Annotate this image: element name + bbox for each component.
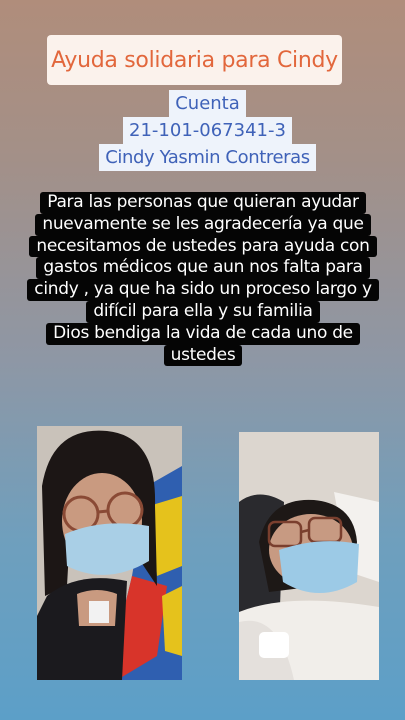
title-banner: Ayuda solidaria para Cindy — [47, 35, 342, 85]
patient-photo-right — [239, 432, 379, 680]
message-line: cindy , ya que ha sido un proceso largo … — [27, 279, 379, 301]
message-line: difícil para ella y su familia — [86, 300, 320, 323]
message-block: Para las personas que quieran ayudar nue… — [27, 192, 379, 367]
message-line: Para las personas que quieran ayudar — [40, 192, 366, 214]
message-line: Dios bendiga la vida de cada uno de — [46, 322, 360, 345]
account-number: 21-101-067341-3 — [123, 117, 292, 144]
page-title: Ayuda solidaria para Cindy — [51, 47, 338, 73]
account-info: Cuenta 21-101-067341-3 Cindy Yasmin Cont… — [99, 90, 316, 171]
message-line: ustedes — [163, 344, 243, 367]
message-line: necesitamos de ustedes para ayuda con — [29, 235, 377, 258]
account-holder: Cindy Yasmin Contreras — [99, 144, 316, 171]
message-line: nuevamente se les agradecería ya que — [35, 213, 371, 236]
patient-photo-left — [37, 426, 182, 680]
message-line: gastos médicos que aun nos falta para — [36, 257, 370, 280]
account-label: Cuenta — [169, 90, 246, 117]
